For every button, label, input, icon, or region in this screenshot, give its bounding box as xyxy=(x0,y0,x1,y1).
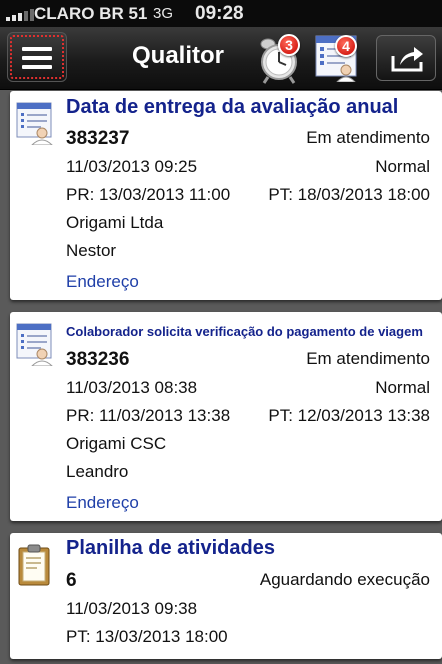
ticket-status: Em atendimento xyxy=(306,128,430,147)
ticket-contact: Nestor xyxy=(66,241,117,260)
ticket-priority: Normal xyxy=(375,378,430,397)
ticket-card[interactable]: Colaborador solicita verificação do paga… xyxy=(10,312,442,521)
ticket-user-icon xyxy=(16,102,53,145)
activity-title: Planilha de atividades xyxy=(66,537,275,559)
ticket-pr: PR: 13/03/2013 11:00 xyxy=(66,185,231,204)
menu-button[interactable] xyxy=(7,32,67,82)
ticket-title: Colaborador solicita verificação do paga… xyxy=(66,324,423,339)
ticket-card[interactable]: Data de entrega da avaliação anual 38323… xyxy=(10,91,442,300)
share-export-icon xyxy=(391,47,423,72)
network-type: 3G xyxy=(153,5,174,22)
activity-status: Aguardando execução xyxy=(259,570,430,589)
hamburger-menu-icon xyxy=(22,47,52,74)
ticket-user-icon xyxy=(16,323,53,366)
address-link[interactable]: Endereço xyxy=(66,493,139,513)
tasks-badge: 4 xyxy=(335,35,357,57)
nav-bar: Qualitor 3 4 xyxy=(0,27,442,90)
status-bar: CLARO BR 51 3G 09:28 xyxy=(0,0,442,27)
status-time: 09:28 xyxy=(195,3,244,24)
share-button[interactable] xyxy=(376,35,436,81)
ticket-priority: Normal xyxy=(375,157,430,176)
ticket-status: Em atendimento xyxy=(306,349,430,368)
ticket-number: 383237 xyxy=(66,128,130,149)
clipboard-activity-icon xyxy=(18,544,50,586)
signal-strength-icon xyxy=(6,9,34,21)
ticket-company: Origami Ltda xyxy=(66,213,164,232)
activity-number: 6 xyxy=(66,570,77,591)
ticket-number: 383236 xyxy=(66,349,130,370)
alarm-badge: 3 xyxy=(278,34,300,56)
ticket-list[interactable]: Data de entrega da avaliação anual 38323… xyxy=(0,91,442,664)
ticket-company: Origami CSC xyxy=(66,434,167,453)
carrier-name: CLARO BR 51 xyxy=(34,4,148,23)
ticket-opened: 11/03/2013 08:38 xyxy=(66,378,198,397)
ticket-opened: 11/03/2013 09:25 xyxy=(66,157,198,176)
activity-opened: 11/03/2013 09:38 xyxy=(66,599,198,618)
tasks-button[interactable]: 4 xyxy=(313,32,365,83)
app-title: Qualitor xyxy=(132,42,225,69)
alarm-button[interactable]: 3 xyxy=(258,32,304,84)
address-link[interactable]: Endereço xyxy=(66,272,139,292)
activity-card[interactable]: Planilha de atividades 6 Aguardando exec… xyxy=(10,533,442,659)
ticket-pt: PT: 18/03/2013 18:00 xyxy=(268,185,430,204)
ticket-contact: Leandro xyxy=(66,462,129,481)
activity-pt: PT: 13/03/2013 18:00 xyxy=(66,627,228,646)
ticket-pr: PR: 11/03/2013 13:38 xyxy=(66,406,231,425)
ticket-title: Data de entrega da avaliação anual xyxy=(66,96,399,118)
ticket-pt: PT: 12/03/2013 13:38 xyxy=(268,406,430,425)
